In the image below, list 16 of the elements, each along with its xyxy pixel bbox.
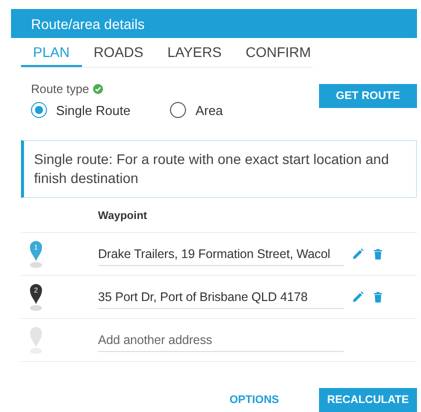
radio-button[interactable]: [170, 102, 186, 118]
panel-title: Route/area details: [31, 16, 145, 32]
trash-icon[interactable]: [372, 248, 384, 260]
pencil-icon[interactable]: [352, 248, 364, 260]
radio-option[interactable]: Single Route: [31, 102, 130, 118]
radio-option[interactable]: Area: [170, 102, 223, 118]
pencil-icon[interactable]: [352, 291, 364, 303]
tab[interactable]: ROADS: [82, 38, 156, 67]
trash-icon[interactable]: [372, 291, 384, 303]
route-type-label: Route type: [31, 82, 90, 96]
tab[interactable]: LAYERS: [155, 38, 234, 67]
info-message: Single route: For a route with one exact start location and finish destination: [21, 140, 417, 198]
radio-button[interactable]: [31, 102, 47, 118]
tab[interactable]: CONFIRM: [234, 38, 323, 67]
map-pin-icon: [29, 325, 43, 355]
column-header: Waypoint: [98, 210, 148, 222]
